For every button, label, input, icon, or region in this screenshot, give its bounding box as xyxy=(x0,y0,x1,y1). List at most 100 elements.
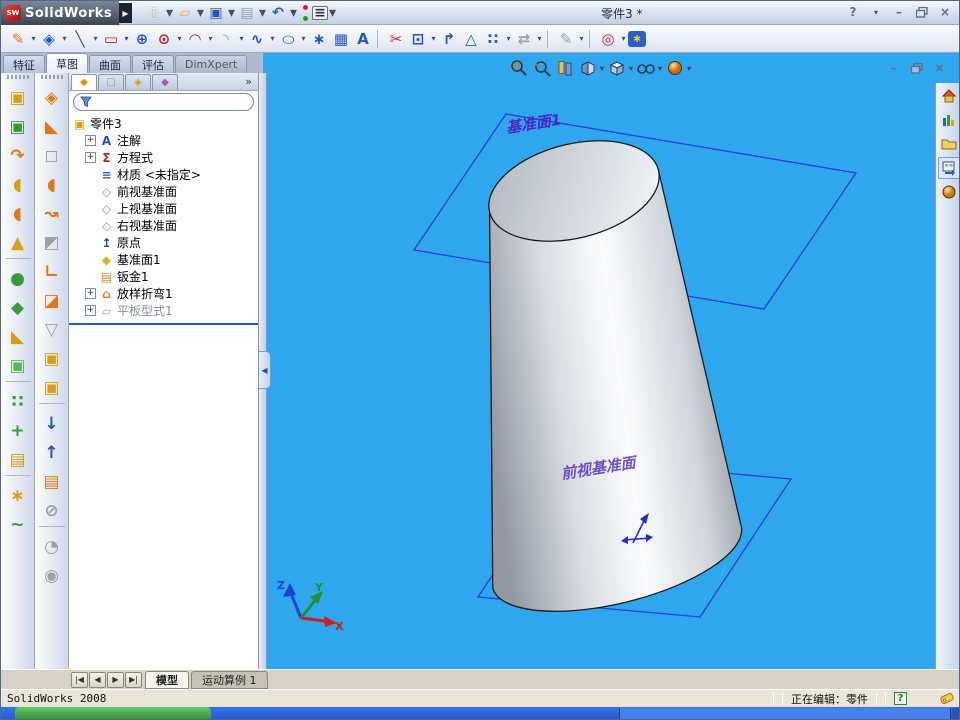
separator[interactable] xyxy=(377,29,382,48)
plane1-label[interactable]: 基准面1 xyxy=(505,111,563,137)
unfold-button[interactable]: ↓ xyxy=(37,409,67,438)
ellipse-button[interactable]: ○ xyxy=(274,28,302,49)
trim-entities-button[interactable]: ✂ xyxy=(385,27,407,51)
tag-icon[interactable] xyxy=(939,692,955,705)
convert-entities-button[interactable]: ⊡ xyxy=(407,27,429,51)
area-hatch-button[interactable]: ▦ xyxy=(330,27,352,51)
help-dropdown[interactable]: ▾ xyxy=(866,4,886,20)
toolbar-grip[interactable] xyxy=(6,75,29,79)
doc-close-button[interactable]: × xyxy=(931,61,948,75)
offset-entities-button[interactable]: ↱ xyxy=(438,27,460,51)
revolved-boss-button[interactable]: ▣ xyxy=(3,112,33,141)
toolbar-grip[interactable] xyxy=(40,75,63,79)
zoom-to-fit-button[interactable] xyxy=(507,58,530,78)
design-library-button[interactable] xyxy=(938,109,960,131)
tree-item-right-plane[interactable]: ◇ 右视基准面 xyxy=(69,217,258,234)
propertymanager-tab[interactable]: □ xyxy=(98,74,124,90)
tree-item-plane1[interactable]: ◆ 基准面1 xyxy=(69,251,258,268)
break-corner-button[interactable]: ▽ xyxy=(37,315,67,344)
help-button[interactable]: ? xyxy=(843,4,863,20)
appearances-button[interactable] xyxy=(663,58,686,78)
vent-button[interactable]: ◉ xyxy=(37,561,67,590)
shell-button[interactable]: ▣ xyxy=(3,351,33,380)
close-button[interactable]: × xyxy=(935,4,955,20)
extruded-cut-button[interactable]: ▣ xyxy=(37,344,67,373)
save-dropdown[interactable]: ▾ xyxy=(227,1,236,25)
base-flange-button[interactable]: ◈ xyxy=(37,83,67,112)
toolbar-separator[interactable] xyxy=(38,403,65,408)
tree-item-top-plane[interactable]: ◇ 上视基准面 xyxy=(69,200,258,217)
appearances-pane-button[interactable] xyxy=(938,181,960,203)
fillet-dropdown[interactable]: ▾ xyxy=(237,27,246,51)
section-view-button[interactable] xyxy=(576,58,599,78)
motion-study-tab[interactable]: 运动算例 1 xyxy=(191,671,268,689)
mirror-entities-button[interactable]: △ xyxy=(460,27,482,51)
view-orientation-button[interactable] xyxy=(605,58,628,78)
panel-overflow-chevron[interactable]: » xyxy=(245,75,252,88)
rebuild-button[interactable] xyxy=(298,1,312,25)
fold-button[interactable]: ↑ xyxy=(37,438,67,467)
centerpoint-arc-button[interactable]: ◠ xyxy=(184,27,206,51)
text-button[interactable]: A xyxy=(352,27,374,51)
tree-item-lofted-bend1[interactable]: + ⌂ 放样折弯1 xyxy=(69,285,258,302)
print-button[interactable]: ▤ xyxy=(236,1,258,25)
tree-item-sheet-metal1[interactable]: ▤ 钣金1 xyxy=(69,268,258,285)
restore-button[interactable] xyxy=(912,4,932,20)
point-button[interactable]: ∗ xyxy=(308,27,330,51)
simple-hole-button[interactable]: ▣ xyxy=(37,373,67,402)
tab-surfaces[interactable]: 曲面 xyxy=(89,55,131,73)
appearances-dropdown[interactable]: ▾ xyxy=(687,64,691,73)
graphics-viewport[interactable]: 基准面1 前视基准面 Z Y X ▾ ▾ ▾ ▾ – × xyxy=(263,53,960,669)
boundary-boss-button[interactable]: ◖ xyxy=(3,199,33,228)
doc-restore-button[interactable] xyxy=(908,61,925,75)
reference-geometry-button[interactable]: ∗ xyxy=(3,481,33,510)
toolbar-separator[interactable] xyxy=(4,258,31,263)
sketch-button[interactable]: ✎ xyxy=(7,27,29,51)
line-dropdown[interactable]: ▾ xyxy=(91,27,100,51)
extruded-boss-button[interactable]: ▣ xyxy=(3,83,33,112)
filter-input[interactable] xyxy=(96,95,247,109)
tree-item-part[interactable]: ▣ 零件3 xyxy=(69,115,258,132)
open-dropdown[interactable]: ▾ xyxy=(196,1,205,25)
save-button[interactable]: ▣ xyxy=(205,1,227,25)
featuremanager-tab[interactable]: ◆ xyxy=(71,74,97,90)
toolbar-separator[interactable] xyxy=(4,381,31,386)
options-button[interactable]: ≡ xyxy=(312,5,328,21)
expand-toggle[interactable]: + xyxy=(85,305,96,316)
smart-dimension-button[interactable]: ◈ xyxy=(38,27,60,51)
last-button[interactable]: ▶| xyxy=(125,671,142,688)
taskbar-window-button[interactable] xyxy=(619,708,951,719)
expand-toggle[interactable]: + xyxy=(85,288,96,299)
lofted-bend-button[interactable]: ◻ xyxy=(37,141,67,170)
polygon-button[interactable]: ⊕ xyxy=(131,27,153,51)
new-dropdown[interactable]: ▾ xyxy=(165,1,174,25)
smart-dimension-dropdown[interactable]: ▾ xyxy=(60,27,69,51)
hem-button[interactable]: ◖ xyxy=(37,170,67,199)
minimize-button[interactable]: – xyxy=(889,4,909,20)
undo-dropdown[interactable]: ▾ xyxy=(289,1,298,25)
hide-show-dropdown[interactable]: ▾ xyxy=(658,64,662,73)
chamfer-button[interactable]: ◆ xyxy=(3,293,33,322)
separator[interactable] xyxy=(547,29,552,48)
new-document-button[interactable]: ▯ xyxy=(143,1,165,25)
curves-button[interactable]: ~ xyxy=(3,510,33,539)
section-dropdown[interactable]: ▾ xyxy=(600,64,604,73)
tree-item-equations[interactable]: + Σ 方程式 xyxy=(69,149,258,166)
tab-evaluate[interactable]: 评估 xyxy=(132,55,174,73)
status-help-icon[interactable]: ? xyxy=(894,692,907,705)
rectangle-dropdown[interactable]: ▾ xyxy=(122,27,131,51)
mirror-feature-button[interactable]: ▤ xyxy=(3,445,33,474)
circular-pattern-button[interactable]: + xyxy=(3,416,33,445)
zoom-to-area-button[interactable] xyxy=(530,58,553,78)
rapid-sketch-button[interactable]: ∗ xyxy=(628,30,646,47)
dimxpertmanager-tab[interactable]: ◆ xyxy=(152,74,178,90)
start-button[interactable] xyxy=(15,707,211,719)
line-button[interactable]: ╲ xyxy=(69,27,91,51)
linear-pattern-button[interactable]: ∷ xyxy=(3,387,33,416)
rectangle-button[interactable]: ▭ xyxy=(100,27,122,51)
ellipse-dropdown[interactable]: ▾ xyxy=(299,27,308,51)
solidworks-resources-button[interactable] xyxy=(938,85,960,107)
no-bends-button[interactable]: ⊘ xyxy=(37,496,67,525)
tree-item-flat-pattern1[interactable]: + ▱ 平板型式1 xyxy=(69,302,258,319)
first-button[interactable]: |◀ xyxy=(71,671,88,688)
